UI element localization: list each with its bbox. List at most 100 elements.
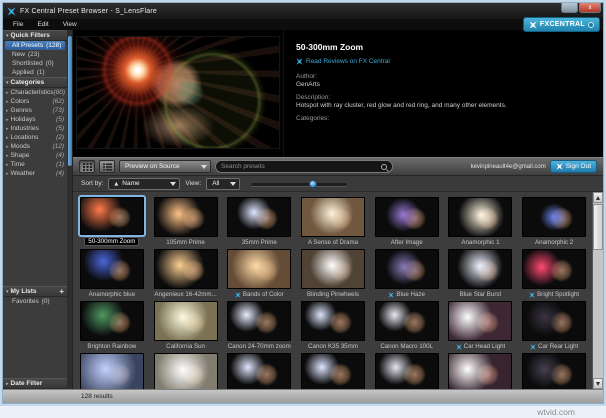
- preset-thumbnail[interactable]: [227, 353, 292, 389]
- preset-thumbnail[interactable]: [300, 197, 365, 237]
- sidebar-item-time[interactable]: ▸ Time (1): [3, 160, 67, 169]
- preset-thumbnail[interactable]: [227, 197, 292, 237]
- preview-on-source-dropdown[interactable]: Preview on Source: [119, 160, 211, 173]
- sidebar-item-locations[interactable]: ▸ Locations (2): [3, 133, 67, 142]
- preset-thumbnail[interactable]: [448, 353, 513, 389]
- preset-thumbnail[interactable]: [374, 301, 439, 341]
- grid-view-button[interactable]: [79, 160, 95, 173]
- preset-thumbnail[interactable]: [153, 353, 218, 389]
- sidebar-item-industries[interactable]: ▸ Industries (5): [3, 124, 67, 133]
- preset-50-300mm-zoom[interactable]: 50-300mm Zoom: [75, 194, 149, 246]
- sign-out-button[interactable]: Sign Out: [549, 160, 597, 173]
- sidebar-item-all-presets[interactable]: All Presets (128): [5, 41, 65, 50]
- sort-dropdown[interactable]: ▲ Name: [108, 177, 181, 190]
- preset-thumbnail[interactable]: [522, 301, 587, 341]
- preset-thumbnail[interactable]: [79, 353, 144, 389]
- preset-item[interactable]: [517, 350, 591, 389]
- preset-blinding-pinwheels[interactable]: Blinding Pinwheels: [296, 246, 370, 298]
- preset-thumbnail[interactable]: [227, 249, 292, 289]
- fx-central-badge[interactable]: FXCENTRAL: [522, 17, 600, 32]
- preset-a-sense-of-drama[interactable]: A Sense of Drama: [296, 194, 370, 246]
- preset-thumbnail[interactable]: [300, 301, 365, 341]
- section-my-lists[interactable]: ▾ My Lists +: [3, 286, 67, 297]
- close-button[interactable]: x: [579, 3, 601, 13]
- preset-item[interactable]: [222, 350, 296, 389]
- sidebar-item-moods[interactable]: ▸ Moods (12): [3, 142, 67, 151]
- preset-after-image[interactable]: After Image: [370, 194, 444, 246]
- sidebar-item-applied[interactable]: Applied (1): [5, 68, 65, 77]
- preset-bright-spotlight[interactable]: Bright Spotlight: [517, 246, 591, 298]
- preset-blue-haze[interactable]: Blue Haze: [370, 246, 444, 298]
- sidebar-item-shortlisted[interactable]: Shortlisted (0): [5, 59, 65, 68]
- sidebar-item-shape[interactable]: ▸ Shape (4): [3, 151, 67, 160]
- preset-thumbnail[interactable]: [448, 301, 513, 341]
- menu-view[interactable]: View: [57, 21, 83, 28]
- preset-thumbnail[interactable]: [300, 249, 365, 289]
- preset-thumbnail[interactable]: [300, 353, 365, 389]
- list-view-button[interactable]: [99, 160, 115, 173]
- preset-anamorphic-2[interactable]: Anamorphic 2: [517, 194, 591, 246]
- badge-close-icon[interactable]: [588, 21, 594, 28]
- preset-blue-star-burst[interactable]: Blue Star Burst: [444, 246, 518, 298]
- menu-file[interactable]: File: [7, 21, 29, 28]
- scroll-up-icon[interactable]: [593, 192, 603, 203]
- preset-canon-k35-35mm[interactable]: Canon K35 35mm: [296, 298, 370, 350]
- sidebar-item-colors[interactable]: ▸ Colors (62): [3, 97, 67, 106]
- preset-canon-macro-100l[interactable]: Canon Macro 100L: [370, 298, 444, 350]
- preset-thumbnail[interactable]: [153, 249, 218, 289]
- sidebar-item-new[interactable]: New (23): [5, 50, 65, 59]
- sidebar-item-weather[interactable]: ▸ Weather (4): [3, 169, 67, 178]
- preset-thumbnail[interactable]: [374, 249, 439, 289]
- preset-canon-24-70mm-zoom[interactable]: Canon 24-70mm zoom: [222, 298, 296, 350]
- search-input[interactable]: Search presets: [215, 160, 393, 173]
- preset-thumbnail[interactable]: [79, 249, 144, 289]
- scrollbar-thumb[interactable]: [593, 204, 603, 250]
- sidebar-scrollbar[interactable]: [67, 30, 72, 389]
- read-reviews-link[interactable]: Read Reviews on FX Central: [296, 58, 595, 65]
- preset-item[interactable]: [444, 350, 518, 389]
- preset-thumbnail[interactable]: [153, 197, 218, 237]
- preset-brighton-rainbow[interactable]: Brighton Rainbow: [75, 298, 149, 350]
- sidebar-item-favorites[interactable]: Favorites (0): [5, 297, 65, 306]
- preset-car-rear-light[interactable]: Car Rear Light: [517, 298, 591, 350]
- slider-knob[interactable]: [308, 179, 317, 188]
- preset-105mm-prime[interactable]: 105mm Prime: [149, 194, 223, 246]
- section-categories[interactable]: ▾ Categories: [3, 77, 67, 88]
- preset-anamorphic-1[interactable]: Anamorphic 1: [444, 194, 518, 246]
- preset-thumbnail[interactable]: [77, 194, 146, 238]
- preset-thumbnail[interactable]: [153, 301, 218, 341]
- preset-thumbnail[interactable]: [522, 249, 587, 289]
- scroll-down-icon[interactable]: [593, 378, 603, 389]
- preset-car-head-light[interactable]: Car Head Light: [444, 298, 518, 350]
- fx-central-icon: [529, 291, 535, 298]
- preset-thumbnail[interactable]: [374, 197, 439, 237]
- sidebar-item-characteristics[interactable]: ▸ Characteristics (80): [3, 88, 67, 97]
- section-date-filter[interactable]: ▸ Date Filter: [3, 378, 67, 389]
- maximize-button[interactable]: [561, 3, 578, 13]
- preset-thumbnail[interactable]: [522, 353, 587, 389]
- preset-angenieux-16-42mm[interactable]: Angenieux 16-42mm...: [149, 246, 223, 298]
- menu-edit[interactable]: Edit: [31, 21, 54, 28]
- preset-thumbnail[interactable]: [448, 249, 513, 289]
- preset-item[interactable]: [149, 350, 223, 389]
- preset-thumbnail[interactable]: [374, 353, 439, 389]
- section-quick-filters[interactable]: ▾ Quick Filters: [3, 30, 67, 41]
- grid-scrollbar[interactable]: [592, 192, 603, 389]
- thumbnail-size-slider[interactable]: [251, 178, 348, 190]
- preset-california-sun[interactable]: California Sun: [149, 298, 223, 350]
- preset-thumbnail[interactable]: [522, 197, 587, 237]
- add-list-button[interactable]: +: [59, 287, 64, 296]
- preset-thumbnail[interactable]: [448, 197, 513, 237]
- view-dropdown[interactable]: All: [206, 177, 241, 190]
- preset-35mm-prime[interactable]: 35mm Prime: [222, 194, 296, 246]
- preset-item[interactable]: [75, 350, 149, 389]
- sidebar-item-holidays[interactable]: ▸ Holidays (5): [3, 115, 67, 124]
- preset-thumbnail[interactable]: [79, 301, 144, 341]
- preset-bands-of-color[interactable]: Bands of Color: [222, 246, 296, 298]
- scrollbar-thumb[interactable]: [67, 36, 72, 166]
- preset-item[interactable]: [370, 350, 444, 389]
- sidebar-item-genres[interactable]: ▸ Genres (73): [3, 106, 67, 115]
- preset-anamorphic-blue[interactable]: Anamorphic blue: [75, 246, 149, 298]
- preset-thumbnail[interactable]: [227, 301, 292, 341]
- preset-item[interactable]: [296, 350, 370, 389]
